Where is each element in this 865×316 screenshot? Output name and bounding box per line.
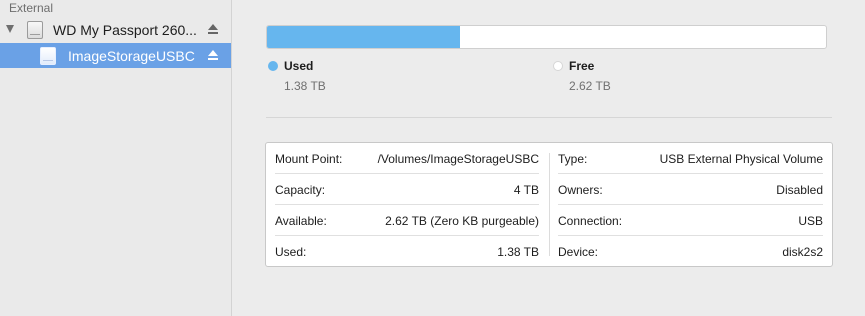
info-row-used: Used: 1.38 TB xyxy=(275,236,539,267)
divider xyxy=(266,117,832,118)
used-swatch-icon xyxy=(268,61,278,71)
info-label: Available: xyxy=(275,214,327,228)
info-label: Mount Point: xyxy=(275,152,343,166)
info-row-device: Device: disk2s2 xyxy=(558,236,823,267)
info-value: 4 TB xyxy=(513,183,539,197)
free-swatch-icon xyxy=(553,61,563,71)
sidebar-item-volume[interactable]: ImageStorageUSBC xyxy=(0,43,231,68)
external-disk-icon xyxy=(27,21,43,39)
info-label: Capacity: xyxy=(275,183,326,197)
info-row-available: Available: 2.62 TB (Zero KB purgeable) xyxy=(275,205,539,236)
info-label: Type: xyxy=(558,152,588,166)
info-label: Used: xyxy=(275,245,307,259)
legend-free-value: 2.62 TB xyxy=(569,79,611,93)
column-separator xyxy=(549,153,550,256)
disk-label: WD My Passport 260... xyxy=(53,22,197,38)
eject-icon[interactable] xyxy=(208,24,218,35)
info-value: 1.38 TB xyxy=(497,245,539,259)
usage-bar-used-fill xyxy=(267,26,460,48)
sidebar-section-header: External xyxy=(9,1,54,15)
info-label: Device: xyxy=(558,245,599,259)
info-value: Disabled xyxy=(776,183,823,197)
info-row-type: Type: USB External Physical Volume xyxy=(558,143,823,174)
info-row-capacity: Capacity: 4 TB xyxy=(275,174,539,205)
info-row-connection: Connection: USB xyxy=(558,205,823,236)
volume-icon xyxy=(40,47,56,65)
volume-label: ImageStorageUSBC xyxy=(68,48,195,64)
info-value: disk2s2 xyxy=(782,245,823,259)
sidebar: External WD My Passport 260... ImageStor… xyxy=(0,0,232,316)
info-value: 2.62 TB (Zero KB purgeable) xyxy=(385,214,539,228)
info-label: Connection: xyxy=(558,214,623,228)
eject-icon[interactable] xyxy=(208,50,218,61)
usage-bar xyxy=(266,25,827,49)
info-value: USB xyxy=(798,214,823,228)
legend-free-title: Free xyxy=(569,59,595,73)
info-table: Mount Point: /Volumes/ImageStorageUSBC C… xyxy=(265,142,833,267)
sidebar-item-disk[interactable]: WD My Passport 260... xyxy=(0,17,231,43)
legend-used-value: 1.38 TB xyxy=(284,79,326,93)
info-value: USB External Physical Volume xyxy=(659,152,823,166)
disclosure-triangle-icon[interactable] xyxy=(6,25,14,33)
info-label: Owners: xyxy=(558,183,603,197)
info-row-owners: Owners: Disabled xyxy=(558,174,823,205)
legend-used-title: Used xyxy=(284,59,314,73)
info-value: /Volumes/ImageStorageUSBC xyxy=(377,152,539,166)
info-row-mount-point: Mount Point: /Volumes/ImageStorageUSBC xyxy=(275,143,539,174)
